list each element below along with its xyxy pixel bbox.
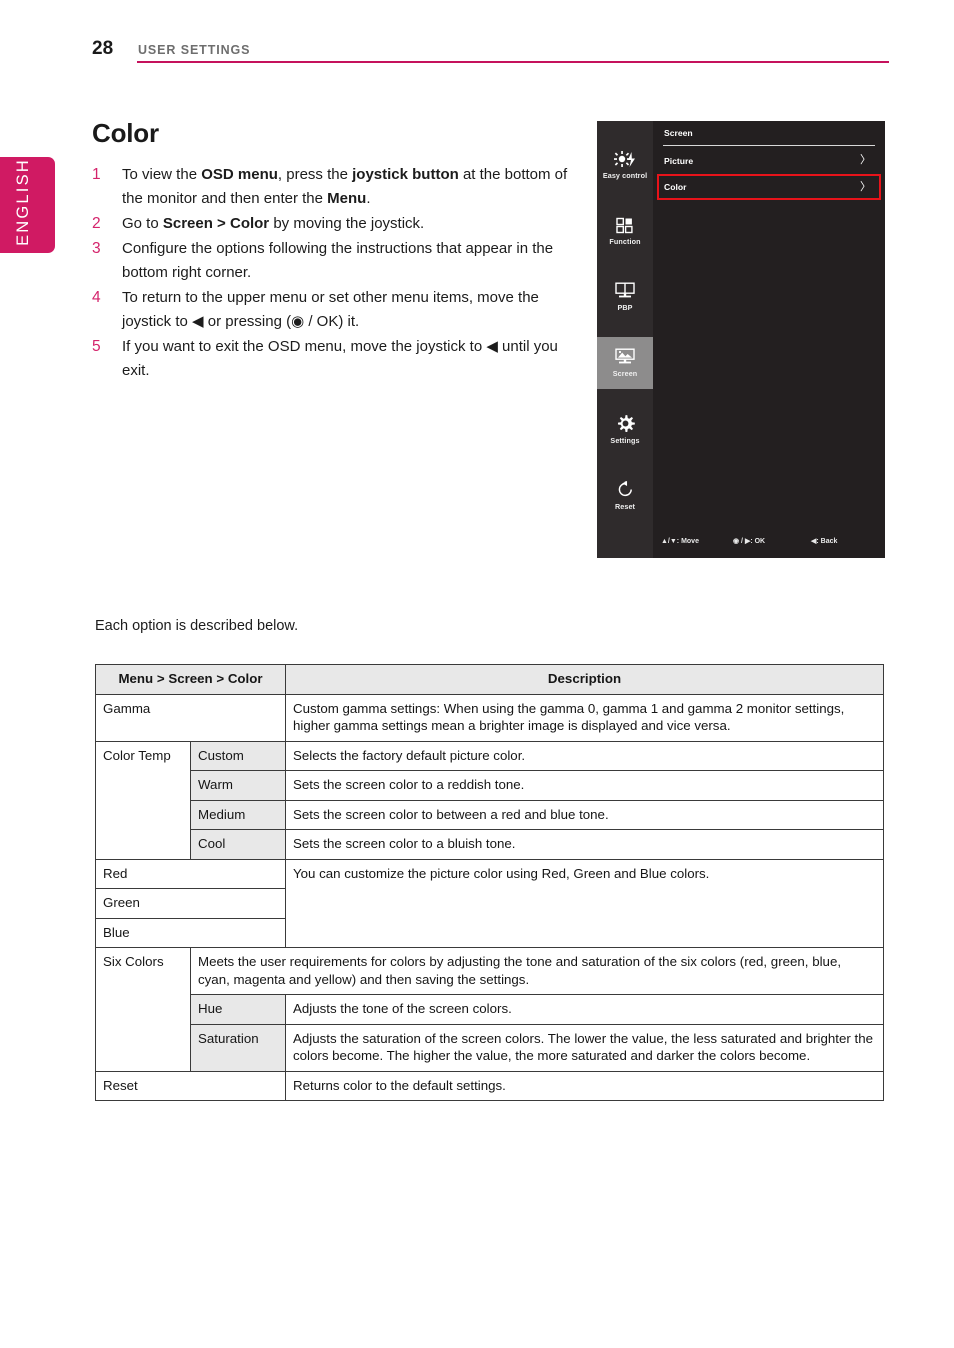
row-sub-label: Custom — [190, 740, 286, 771]
table-head: Menu > Screen > Color Description — [95, 664, 884, 695]
osd-title-divider — [663, 145, 875, 146]
table-row: Cool Sets the screen color to a bluish to… — [96, 829, 884, 860]
step-number: 3 — [92, 240, 101, 257]
color-options-table: Menu > Screen > Color Description Gamma C… — [95, 664, 884, 1101]
osd-menu-item-picture[interactable]: Picture 〉 — [659, 148, 879, 173]
instruction-step: 2 Go to Screen > Color by moving the joys… — [92, 212, 582, 236]
row-description: Sets the screen color to a bluish tone. — [285, 829, 884, 860]
instruction-step: 3 Configure the options following the ins… — [92, 237, 582, 285]
page-header: 28 USER SETTINGS — [0, 0, 954, 70]
row-sub-label: Medium — [190, 799, 286, 830]
row-sub-label: Saturation — [190, 1023, 286, 1072]
table-header-row: Menu > Screen > Color Description — [95, 664, 884, 695]
row-description: Custom gamma settings: When using the ga… — [285, 693, 884, 742]
row-label: Red — [95, 858, 286, 889]
step-number: 2 — [92, 215, 101, 232]
table-row: Warm Sets the screen color to a reddish t… — [96, 770, 884, 801]
row-description: Adjusts the tone of the screen colors. — [285, 994, 884, 1025]
row-description: Sets the screen color to a reddish tone. — [285, 770, 884, 801]
language-tab-label: ENGLISH — [14, 158, 32, 246]
row-description: Adjusts the saturation of the screen col… — [285, 1023, 884, 1072]
osd-sidebar-item-easy-control[interactable]: Easy control — [597, 139, 653, 191]
function-grid-icon — [616, 217, 634, 234]
instruction-step: 1 To view the OSD menu, press the joystic… — [92, 163, 582, 211]
table-row: Reset Returns color to the default settin… — [95, 1070, 884, 1101]
page-header-title: USER SETTINGS — [138, 43, 251, 57]
option-note: Each option is described below. — [95, 618, 299, 634]
osd-sidebar-item-label: Screen — [612, 369, 638, 378]
step-number: 1 — [92, 166, 101, 183]
osd-sidebar-item-screen[interactable]: Screen — [597, 337, 653, 389]
table-body: Gamma Custom gamma settings: When using t… — [95, 693, 884, 1101]
row-description: Returns color to the default settings. — [285, 1070, 884, 1101]
table-row: Saturation Adjusts the saturation of the … — [96, 1023, 884, 1072]
row-sub-label: Warm — [190, 770, 286, 801]
header-divider — [137, 61, 889, 63]
step-text: To view the OSD menu, press the joystick… — [122, 166, 568, 207]
brightness-bolt-icon — [614, 150, 636, 168]
osd-sidebar: Easy control Function PBP Screen Settings Res… — [597, 121, 653, 558]
step-text: To return to the upper menu or set other… — [122, 289, 539, 330]
row-label: Blue — [95, 917, 286, 948]
step-number: 5 — [92, 338, 101, 355]
osd-menu-item-picture-label: Picture — [664, 155, 694, 166]
chevron-right-icon: 〉 — [860, 154, 871, 166]
osd-sidebar-item-label: Settings — [610, 435, 640, 445]
table-row: Six Colors Meets the user requirements fo… — [95, 947, 884, 1072]
osd-sidebar-item-label: Easy control — [602, 170, 648, 180]
gear-icon — [616, 414, 635, 433]
instruction-step: 4 To return to the upper menu or set othe… — [92, 286, 582, 334]
osd-menu-item-color-label: Color — [664, 182, 687, 192]
row-label: Reset — [95, 1070, 286, 1101]
row-description: Meets the user requirements for colors b… — [190, 947, 884, 995]
step-text: Go to Screen > Color by moving the joyst… — [122, 215, 425, 232]
osd-sidebar-item-label: PBP — [617, 303, 633, 312]
instruction-steps: 1 To view the OSD menu, press the joystic… — [92, 163, 582, 384]
osd-footer-hints: ▲/▼: Move ◉ / ▶: OK ◀: Back — [653, 534, 885, 548]
page-title: Color — [92, 118, 159, 148]
osd-sidebar-item-reset[interactable]: Reset — [597, 469, 653, 521]
row-label: Six Colors — [95, 947, 191, 1072]
osd-sidebar-item-label: Function — [609, 236, 641, 246]
row-description: You can customize the picture color usin… — [285, 858, 884, 948]
osd-sidebar-item-function[interactable]: Function — [597, 205, 653, 257]
table-row: Hue Adjusts the tone of the screen colors… — [96, 994, 884, 1025]
page-number: 28 — [92, 38, 114, 59]
row-sub-label: Cool — [190, 829, 286, 860]
row-sub-label: Hue — [190, 994, 286, 1025]
instruction-step: 5 If you want to exit the OSD menu, move … — [92, 335, 582, 383]
osd-panel-title: Screen — [664, 128, 693, 138]
table-row: Color Temp Custom Selects the factory defa… — [95, 740, 884, 860]
osd-main-panel: Screen Picture 〉 Color 〉 ▲/▼: Move ◉ / ▶… — [653, 121, 885, 558]
osd-sidebar-item-settings[interactable]: Settings — [597, 403, 653, 455]
column-header-description: Description — [285, 664, 884, 695]
pbp-monitor-icon — [614, 282, 636, 300]
table-row: Gamma Custom gamma settings: When using t… — [95, 693, 884, 742]
table-row: Medium Sets the screen color to between a… — [96, 799, 884, 830]
row-description: Selects the factory default picture colo… — [285, 740, 884, 771]
osd-hint-back: ◀: Back — [811, 538, 838, 545]
osd-hint-ok: ◉ / ▶: OK — [733, 538, 766, 545]
chevron-right-icon: 〉 — [860, 180, 871, 193]
step-number: 4 — [92, 289, 101, 306]
row-description: Sets the screen color to between a red a… — [285, 799, 884, 830]
osd-sidebar-item-pbp[interactable]: PBP — [597, 271, 653, 323]
step-text: Configure the options following the inst… — [122, 240, 554, 281]
osd-sidebar-item-label: Reset — [614, 501, 636, 511]
osd-menu-screenshot: Easy control Function PBP Screen Settings Res… — [597, 121, 885, 558]
step-text: If you want to exit the OSD menu, move t… — [122, 338, 558, 379]
screen-picture-icon — [614, 348, 636, 366]
osd-menu-item-color[interactable]: Color 〉 — [657, 174, 881, 200]
reset-arrow-icon — [616, 480, 635, 499]
row-label: Green — [95, 888, 286, 919]
table-row: Red You can customize the picture color u… — [95, 858, 884, 948]
language-tab: ENGLISH — [0, 157, 55, 253]
column-header-menu: Menu > Screen > Color — [95, 664, 286, 695]
osd-hint-move: ▲/▼: Move — [661, 537, 699, 545]
row-label: Gamma — [95, 693, 286, 742]
row-label: Color Temp — [95, 740, 191, 860]
